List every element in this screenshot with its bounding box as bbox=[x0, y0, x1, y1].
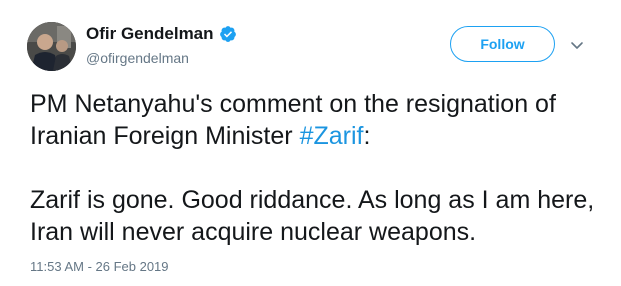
tweet-card: Ofir Gendelman @ofirgendelman Follow PM … bbox=[0, 0, 621, 286]
tweet-text: PM Netanyahu's comment on the resignatio… bbox=[30, 88, 610, 248]
avatar[interactable] bbox=[27, 22, 76, 71]
tweet-timestamp[interactable]: 11:53 AM - 26 Feb 2019 bbox=[30, 259, 169, 274]
tweet-paragraph-2: Zarif is gone. Good riddance. As long as… bbox=[30, 186, 595, 246]
user-name-row: Ofir Gendelman bbox=[86, 24, 237, 44]
display-name[interactable]: Ofir Gendelman bbox=[86, 24, 214, 44]
chevron-down-icon[interactable] bbox=[570, 38, 584, 49]
tweet-text-intro: PM Netanyahu's comment on the resignatio… bbox=[30, 90, 556, 150]
tweet-paragraph-1: PM Netanyahu's comment on the resignatio… bbox=[30, 88, 610, 152]
hashtag-link[interactable]: #Zarif bbox=[300, 122, 364, 150]
user-handle[interactable]: @ofirgendelman bbox=[86, 50, 189, 66]
avatar-photo bbox=[27, 22, 76, 71]
tweet-text-colon: : bbox=[363, 122, 371, 150]
follow-button[interactable]: Follow bbox=[450, 26, 555, 62]
verified-badge-icon bbox=[219, 25, 237, 43]
